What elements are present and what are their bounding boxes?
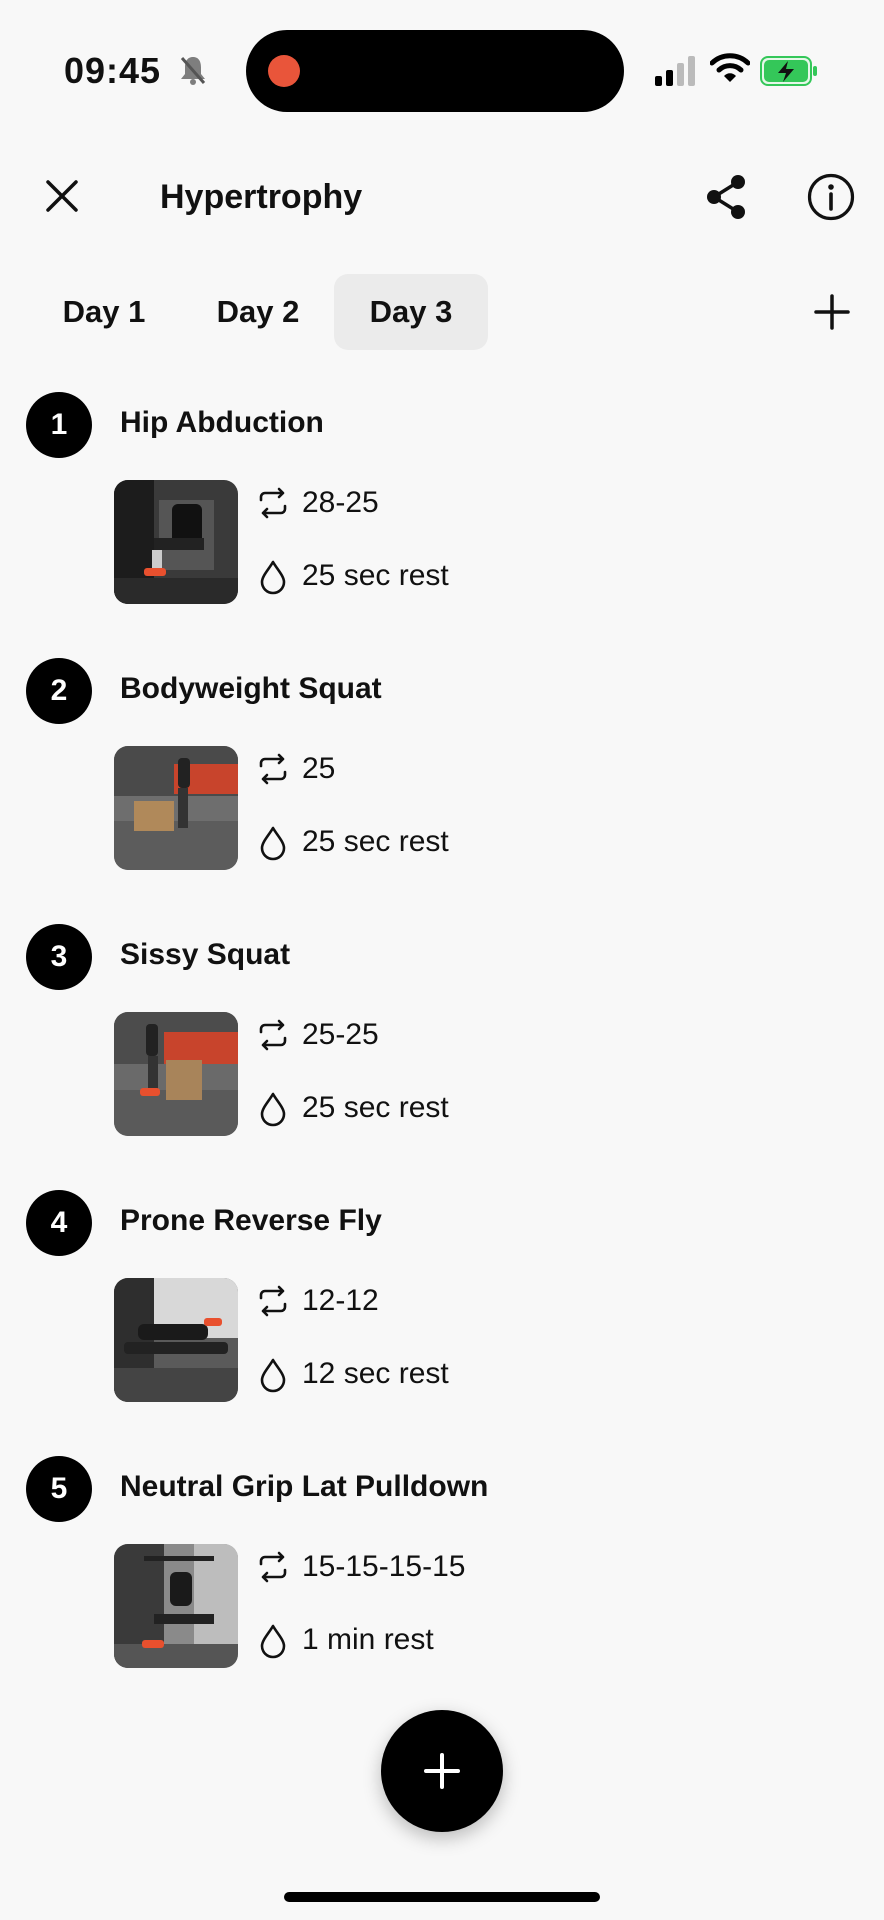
exercise-thumbnail[interactable] [114, 1278, 238, 1402]
dynamic-island [246, 30, 624, 112]
reps-value: 25 [302, 752, 336, 785]
exercise-thumbnail[interactable] [114, 1012, 238, 1136]
rest-value: 25 sec rest [302, 559, 449, 592]
rest-value: 25 sec rest [302, 825, 449, 858]
tab-day-2[interactable]: Day 2 [196, 274, 320, 350]
exercise-number-badge: 5 [26, 1456, 92, 1522]
recording-indicator [268, 55, 300, 87]
drop-icon [260, 1358, 286, 1393]
battery-charging-icon [760, 56, 817, 86]
home-indicator[interactable] [284, 1892, 600, 1902]
rest-value: 25 sec rest [302, 1091, 449, 1124]
exercise-number-badge: 1 [26, 392, 92, 458]
exercise-item[interactable]: 4 Prone Reverse Fly 12-12 12 sec rest [0, 1190, 884, 1430]
exercise-number-badge: 4 [26, 1190, 92, 1256]
exercise-item[interactable]: 1 Hip Abduction 28-25 25 sec rest [0, 392, 884, 632]
rest-value: 12 sec rest [302, 1357, 449, 1390]
drop-icon [260, 1624, 286, 1659]
drop-icon [260, 560, 286, 595]
exercise-name[interactable]: Neutral Grip Lat Pulldown [120, 1470, 488, 1504]
reps-value: 15-15-15-15 [302, 1550, 466, 1583]
status-time: 09:45 [64, 50, 162, 91]
repeat-icon [259, 1551, 287, 1583]
repeat-icon [259, 1285, 287, 1317]
exercise-thumbnail[interactable] [114, 1544, 238, 1668]
repeat-icon [259, 753, 287, 785]
wifi-icon [710, 53, 750, 82]
add-exercise-button[interactable] [381, 1710, 503, 1832]
header: Hypertrophy [0, 160, 884, 240]
exercise-item[interactable]: 2 Bodyweight Squat 25 25 sec rest [0, 658, 884, 898]
close-icon[interactable] [40, 174, 84, 218]
reps-value: 25-25 [302, 1018, 379, 1051]
plus-icon [424, 1753, 460, 1789]
exercise-thumbnail[interactable] [114, 746, 238, 870]
tab-day-3[interactable]: Day 3 [334, 274, 488, 350]
bell-slash-icon [180, 57, 206, 85]
plus-icon[interactable] [810, 290, 854, 334]
exercise-name[interactable]: Bodyweight Squat [120, 672, 382, 706]
cellular-signal-icon [655, 56, 695, 86]
day-tabs: Day 1 Day 2 Day 3 [0, 274, 884, 352]
exercise-name[interactable]: Hip Abduction [120, 406, 324, 440]
exercise-number-badge: 2 [26, 658, 92, 724]
repeat-icon [259, 1019, 287, 1051]
drop-icon [260, 826, 286, 861]
exercise-name[interactable]: Prone Reverse Fly [120, 1204, 382, 1238]
exercise-item[interactable]: 3 Sissy Squat 25-25 25 sec rest [0, 924, 884, 1164]
info-icon[interactable] [806, 172, 856, 222]
exercise-number-badge: 3 [26, 924, 92, 990]
reps-value: 28-25 [302, 486, 379, 519]
reps-value: 12-12 [302, 1284, 379, 1317]
exercise-item[interactable]: 5 Neutral Grip Lat Pulldown 15-15-15-15 … [0, 1456, 884, 1696]
repeat-icon [259, 487, 287, 519]
status-bar: 09:45 [0, 0, 884, 140]
drop-icon [260, 1092, 286, 1127]
page-title: Hypertrophy [160, 178, 363, 216]
exercise-thumbnail[interactable] [114, 480, 238, 604]
exercise-name[interactable]: Sissy Squat [120, 938, 290, 972]
share-icon[interactable] [702, 172, 750, 222]
rest-value: 1 min rest [302, 1623, 434, 1656]
tab-day-1[interactable]: Day 1 [44, 274, 164, 350]
